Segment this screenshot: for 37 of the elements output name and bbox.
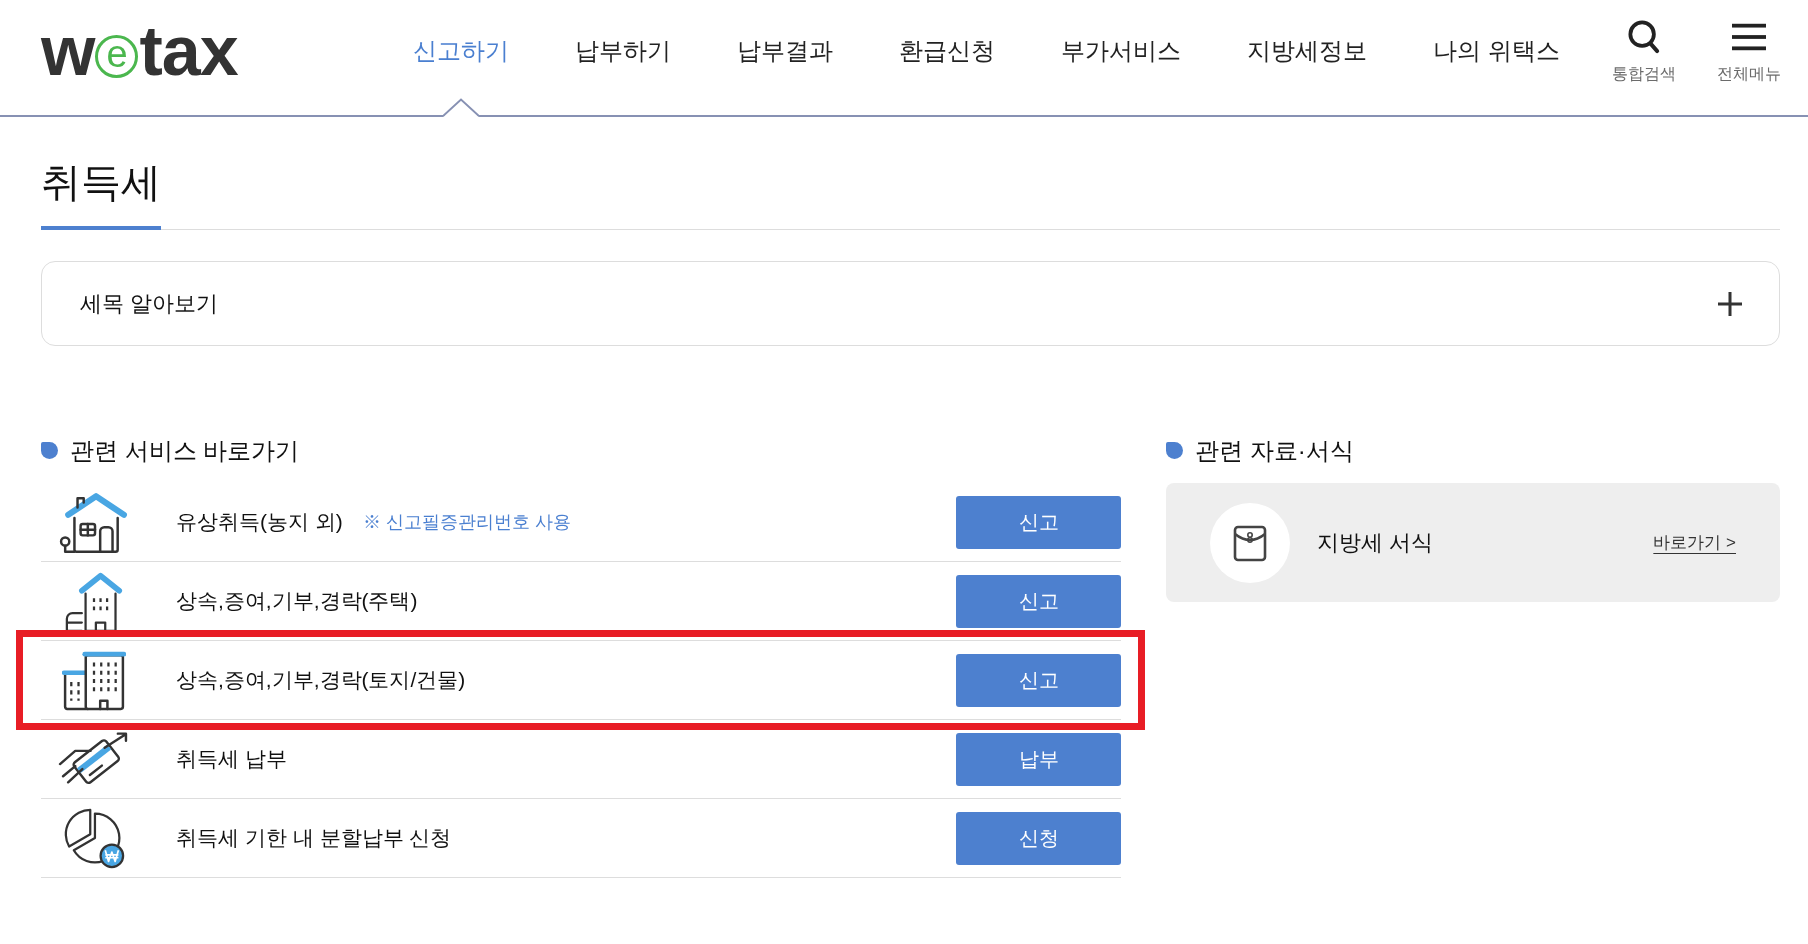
section-heading: 관련 자료·서식	[1195, 436, 1354, 465]
bullet-icon	[1166, 442, 1183, 459]
site-logo[interactable]: w e tax	[41, 15, 238, 86]
menu-icon	[1732, 22, 1766, 51]
nav-tab[interactable]: 환급신청	[899, 0, 995, 115]
nav-tab[interactable]: 지방세정보	[1247, 0, 1367, 115]
bullet-icon	[41, 442, 58, 459]
search-button[interactable]: 통합검색	[1612, 19, 1676, 86]
nav-tab[interactable]: 나의 위택스	[1433, 0, 1560, 115]
search-icon	[1628, 19, 1660, 54]
house-icon	[58, 490, 129, 554]
nav-tab[interactable]: 신고하기	[413, 0, 509, 115]
action-button[interactable]: 납부	[956, 732, 1121, 786]
service-title: 상속,증여,기부,경락(주택)	[176, 588, 418, 615]
page-title: 취득세	[41, 158, 161, 230]
accordion-toggle[interactable]: 세목 알아보기	[41, 261, 1780, 346]
service-title: 상속,증여,기부,경락(토지/건물)	[176, 667, 466, 694]
nav-tab[interactable]: 부가서비스	[1061, 0, 1181, 115]
menu-button[interactable]: 전체메뉴	[1717, 19, 1781, 86]
action-button[interactable]: 신고	[956, 653, 1121, 707]
buildings-icon	[61, 649, 126, 711]
nav-tab[interactable]: 납부결과	[737, 0, 833, 115]
hand-card-icon	[58, 731, 129, 787]
action-button[interactable]: 신고	[956, 495, 1121, 549]
service-title: 취득세 납부	[176, 746, 287, 773]
service-title: 유상취득(농지 외)	[176, 509, 343, 536]
house-icon	[64, 570, 123, 632]
section-heading: 관련 서비스 바로가기	[70, 436, 300, 465]
envelope-icon	[1210, 502, 1290, 583]
resource-title: 지방세 서식	[1317, 529, 1434, 557]
action-button[interactable]: 신청	[956, 811, 1121, 865]
note-text: ※ 신고필증관리번호 사용	[362, 510, 571, 534]
nav-tab[interactable]: 납부하기	[575, 0, 671, 115]
service-title: 취득세 기한 내 분할납부 신청	[176, 825, 452, 852]
pie-chart-coin-icon	[62, 807, 125, 869]
shortcut-link[interactable]: 바로가기 >	[1653, 529, 1736, 556]
action-button[interactable]: 신고	[956, 574, 1121, 628]
